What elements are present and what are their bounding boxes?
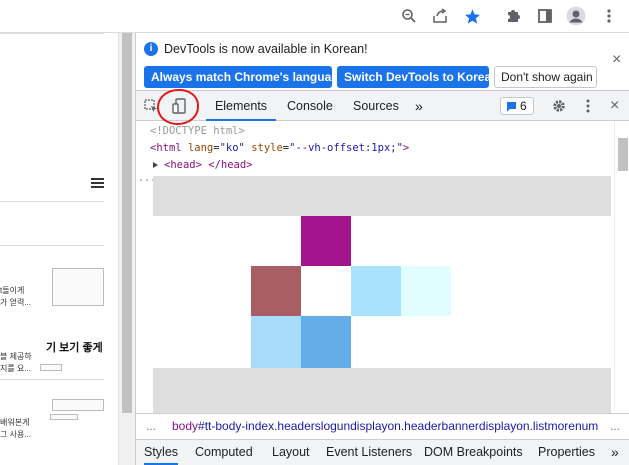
code-tag: > bbox=[402, 142, 410, 154]
post-snippet[interactable]: 블 제공하 bbox=[0, 351, 32, 362]
inspect-element-icon[interactable] bbox=[144, 99, 158, 113]
subtab-computed[interactable]: Computed bbox=[195, 440, 253, 465]
expand-triangle-icon[interactable] bbox=[153, 162, 158, 168]
more-tabs-icon[interactable]: » bbox=[415, 91, 423, 121]
infobar-message: DevTools is now available in Korean! bbox=[164, 42, 368, 56]
dont-show-again-button[interactable]: Don't show again bbox=[494, 66, 597, 88]
zoom-icon[interactable] bbox=[399, 6, 419, 26]
breadcrumb-tag: body bbox=[172, 419, 199, 433]
code-doctype[interactable]: <!DOCTYPE html> bbox=[150, 124, 245, 138]
subtab-dom-breakpoints[interactable]: DOM Breakpoints bbox=[424, 440, 523, 465]
code-tag: <html bbox=[150, 142, 182, 154]
code-html-tag[interactable]: <html lang="ko" style="--vh-offset:1px;"… bbox=[150, 141, 409, 155]
annotation-circle bbox=[157, 89, 199, 125]
post-thumbnail[interactable] bbox=[52, 268, 104, 306]
subtab-styles[interactable]: Styles bbox=[144, 440, 179, 465]
breadcrumb-ellipsis[interactable]: ... bbox=[146, 414, 156, 439]
elements-scrollbar[interactable] bbox=[614, 121, 629, 411]
divider bbox=[0, 379, 104, 380]
highlight-block-blue bbox=[301, 316, 351, 368]
scrollbar-thumb[interactable] bbox=[122, 33, 132, 413]
post-heading[interactable]: 기 보기 좋게 bbox=[46, 339, 103, 355]
always-match-language-button[interactable]: Always match Chrome's language bbox=[144, 66, 345, 88]
divider bbox=[0, 201, 104, 202]
subtab-event-listeners[interactable]: Event Listeners bbox=[326, 440, 412, 465]
code-val: "--vh-offset:1px;" bbox=[289, 142, 403, 154]
breadcrumb-selector: #tt-body-index.headerslogundisplayon.hea… bbox=[198, 419, 599, 433]
settings-gear-icon[interactable] bbox=[552, 99, 566, 113]
devtools-panel: i DevTools is now available in Korean! A… bbox=[135, 33, 629, 465]
page-scrollbar[interactable] bbox=[118, 33, 135, 465]
devtools-more-icon[interactable] bbox=[586, 99, 590, 113]
info-icon: i bbox=[144, 42, 158, 56]
switch-to-korean-button[interactable]: Switch DevTools to Korean bbox=[337, 66, 498, 88]
language-infobar: i DevTools is now available in Korean! A… bbox=[136, 33, 629, 91]
breadcrumb: ... body#tt-body-index.headerslogundispl… bbox=[136, 413, 629, 439]
hamburger-icon[interactable] bbox=[91, 177, 105, 189]
code-attr: lang bbox=[187, 142, 214, 154]
code-head-tag[interactable]: <head> </head> bbox=[164, 158, 253, 172]
scrollbar-thumb[interactable] bbox=[618, 138, 628, 171]
side-panel-icon[interactable] bbox=[535, 6, 555, 26]
post-thumbnail[interactable] bbox=[40, 364, 62, 371]
overlay-margin-top bbox=[153, 176, 611, 216]
browser-toolbar bbox=[0, 0, 629, 33]
code-attr: style bbox=[251, 142, 283, 154]
post-snippet[interactable]: 가 얻력... bbox=[0, 297, 31, 308]
highlight-block-paleblue bbox=[401, 266, 451, 316]
close-icon[interactable]: × bbox=[612, 52, 621, 68]
subtab-more-icon[interactable]: » bbox=[611, 440, 619, 465]
issues-counter[interactable]: 6 bbox=[500, 97, 534, 115]
devtools-tabbar: Elements Console Sources » 6 × bbox=[136, 91, 629, 121]
extensions-icon[interactable] bbox=[503, 6, 523, 26]
post-thumbnail[interactable] bbox=[52, 399, 104, 411]
highlight-block-purple bbox=[301, 216, 351, 266]
more-menu-icon[interactable] bbox=[599, 6, 619, 26]
highlight-block-skyblue bbox=[251, 316, 301, 368]
post-snippet[interactable]: 지를 요... bbox=[0, 363, 31, 374]
post-snippet[interactable]: t돌이게 bbox=[0, 285, 24, 296]
web-page-area: t돌이게 가 얻력... 기 보기 좋게 블 제공하 지를 요... 배워본게 … bbox=[0, 33, 118, 465]
styles-subtabs: Styles Computed Layout Event Listeners D… bbox=[136, 439, 629, 465]
breadcrumb-item-body[interactable]: body#tt-body-index.headerslogundisplayon… bbox=[172, 414, 600, 439]
tab-console[interactable]: Console bbox=[287, 91, 333, 121]
breadcrumb-more[interactable]: ... bbox=[610, 414, 620, 439]
post-snippet[interactable]: 그 사용... bbox=[0, 429, 31, 440]
post-snippet[interactable]: 배워본게 bbox=[0, 417, 29, 428]
issues-count: 6 bbox=[520, 99, 527, 113]
divider bbox=[0, 33, 104, 34]
tab-elements[interactable]: Elements bbox=[206, 91, 276, 121]
divider bbox=[0, 245, 104, 246]
subtab-layout[interactable]: Layout bbox=[272, 440, 310, 465]
star-icon[interactable] bbox=[462, 6, 482, 26]
close-devtools-icon[interactable]: × bbox=[610, 98, 619, 114]
tab-sources[interactable]: Sources bbox=[353, 91, 399, 121]
profile-icon[interactable] bbox=[566, 6, 586, 26]
highlight-block-rose bbox=[251, 266, 301, 316]
post-thumbnail[interactable] bbox=[50, 414, 78, 420]
highlight-block-lightblue bbox=[351, 266, 401, 316]
element-highlight-overlay bbox=[153, 176, 611, 446]
subtab-properties[interactable]: Properties bbox=[538, 440, 595, 465]
share-icon[interactable] bbox=[430, 6, 450, 26]
code-val: "ko" bbox=[219, 142, 245, 154]
